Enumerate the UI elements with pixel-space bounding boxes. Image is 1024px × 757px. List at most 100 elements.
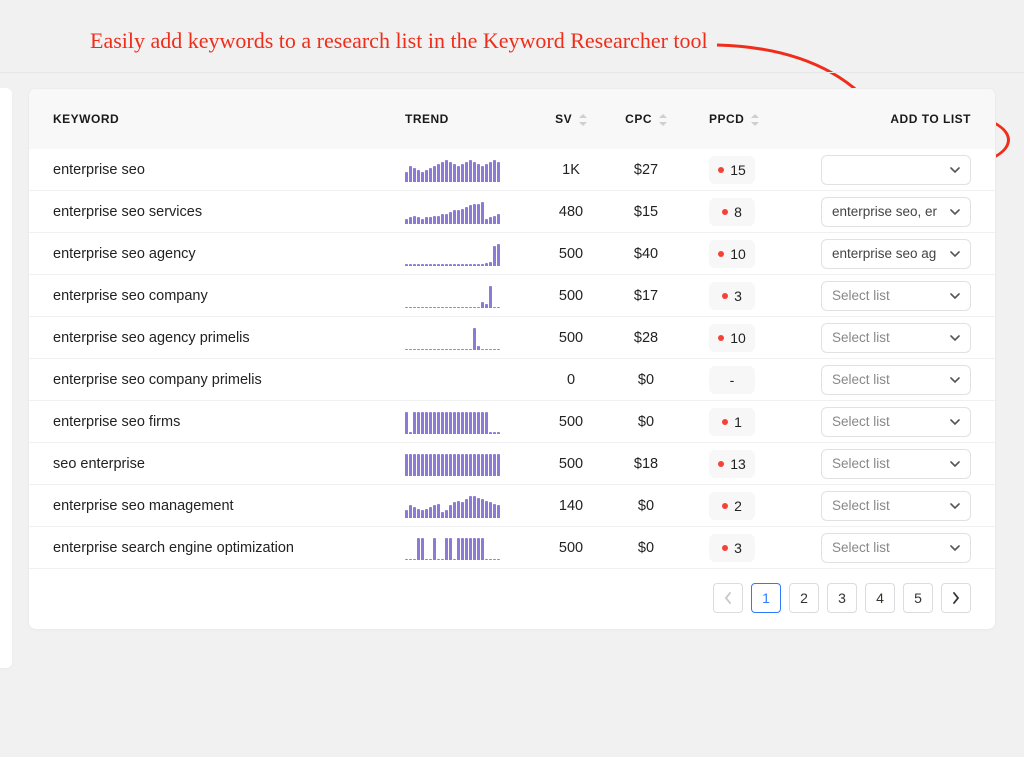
ppcd-pill: 15: [709, 156, 755, 184]
add-to-list-select[interactable]: Select list: [821, 407, 971, 437]
keyword-cell: enterprise seo services: [53, 204, 405, 220]
difficulty-dot-icon: [722, 209, 728, 215]
add-to-list-select[interactable]: Select list: [821, 449, 971, 479]
table-row: enterprise seo services 480$15 8 enterprise…: [29, 191, 995, 233]
trend-cell: [405, 536, 535, 560]
keyword-table-card: KEYWORD TREND SV CPC PPCD ADD TO LIST en…: [28, 88, 996, 630]
chevron-down-icon: [950, 545, 960, 551]
chevron-down-icon: [950, 335, 960, 341]
ppcd-pill: 8: [709, 198, 755, 226]
pager-prev[interactable]: [713, 583, 743, 613]
trend-sparkline: [405, 284, 505, 308]
pager-page[interactable]: 4: [865, 583, 895, 613]
pager-page[interactable]: 2: [789, 583, 819, 613]
keyword-cell: enterprise seo firms: [53, 414, 405, 430]
keyword-cell: enterprise seo company: [53, 288, 405, 304]
add-to-list-select[interactable]: enterprise seo ag: [821, 239, 971, 269]
trend-cell: [405, 326, 535, 350]
col-header-ppcd[interactable]: PPCD: [685, 112, 785, 126]
select-label: Select list: [832, 540, 890, 555]
add-to-list-select[interactable]: enterprise seo, er: [821, 197, 971, 227]
sv-cell: 500: [535, 414, 607, 430]
trend-sparkline: [405, 536, 505, 560]
trend-cell: [405, 242, 535, 266]
cpc-cell: $0: [607, 414, 685, 430]
table-row: enterprise seo firms 500$0 1 Select list: [29, 401, 995, 443]
ppcd-pill: 10: [709, 240, 755, 268]
table-row: enterprise seo management 140$02 Select li…: [29, 485, 995, 527]
chevron-right-icon: [952, 592, 960, 604]
add-to-list-select[interactable]: Select list: [821, 281, 971, 311]
chevron-down-icon: [950, 461, 960, 467]
trend-sparkline: [405, 494, 505, 518]
chevron-down-icon: [950, 209, 960, 215]
sv-cell: 1K: [535, 162, 607, 178]
sort-icon: [579, 114, 587, 126]
ppcd-cell: 10: [685, 324, 785, 352]
select-label: Select list: [832, 330, 890, 345]
ppcd-pill: 13: [709, 450, 755, 478]
select-label: Select list: [832, 414, 890, 429]
keyword-cell: enterprise seo company primelis: [53, 372, 405, 388]
cpc-cell: $0: [607, 498, 685, 514]
add-to-list-select[interactable]: [821, 155, 971, 185]
select-label: Select list: [832, 498, 890, 513]
add-to-list-select[interactable]: Select list: [821, 491, 971, 521]
ppcd-cell: 3: [685, 282, 785, 310]
trend-cell: [405, 452, 535, 476]
pager-next[interactable]: [941, 583, 971, 613]
add-to-list-select[interactable]: Select list: [821, 323, 971, 353]
trend-cell: [405, 158, 535, 182]
difficulty-dot-icon: [722, 419, 728, 425]
difficulty-dot-icon: [718, 461, 724, 467]
difficulty-dot-icon: [718, 251, 724, 257]
ppcd-pill: 3: [709, 534, 755, 562]
trend-cell: [405, 200, 535, 224]
cpc-cell: $0: [607, 540, 685, 556]
sv-cell: 480: [535, 204, 607, 220]
col-header-sv[interactable]: SV: [535, 112, 607, 126]
trend-cell: [405, 494, 535, 518]
table-row: enterprise search engine optimization 500…: [29, 527, 995, 569]
trend-sparkline: [405, 242, 505, 266]
sv-cell: 140: [535, 498, 607, 514]
ppcd-pill: 1: [709, 408, 755, 436]
ppcd-cell: 1: [685, 408, 785, 436]
keyword-cell: enterprise search engine optimization: [53, 540, 405, 556]
pager-page[interactable]: 5: [903, 583, 933, 613]
chevron-down-icon: [950, 293, 960, 299]
difficulty-dot-icon: [718, 335, 724, 341]
annotation-callout: Easily add keywords to a research list i…: [90, 28, 708, 54]
add-to-list-select[interactable]: Select list: [821, 533, 971, 563]
pager-page[interactable]: 3: [827, 583, 857, 613]
cpc-cell: $17: [607, 288, 685, 304]
keyword-cell: enterprise seo agency: [53, 246, 405, 262]
add-to-list-select[interactable]: Select list: [821, 365, 971, 395]
ppcd-cell: 15: [685, 156, 785, 184]
chevron-down-icon: [950, 251, 960, 257]
trend-cell: [405, 410, 535, 434]
sv-cell: 500: [535, 540, 607, 556]
cpc-cell: $18: [607, 456, 685, 472]
keyword-cell: seo enterprise: [53, 456, 405, 472]
pager-page[interactable]: 1: [751, 583, 781, 613]
sort-icon: [751, 114, 759, 126]
chevron-down-icon: [950, 503, 960, 509]
ppcd-cell: 3: [685, 534, 785, 562]
table-row: enterprise seo company primelis0$0-Selec…: [29, 359, 995, 401]
ppcd-cell: 10: [685, 240, 785, 268]
col-header-cpc[interactable]: CPC: [607, 112, 685, 126]
pagination: 12345: [29, 569, 995, 613]
cpc-cell: $27: [607, 162, 685, 178]
chevron-down-icon: [950, 377, 960, 383]
sv-cell: 0: [535, 372, 607, 388]
trend-sparkline: [405, 158, 505, 182]
keyword-cell: enterprise seo management: [53, 498, 405, 514]
trend-cell: [405, 284, 535, 308]
ppcd-cell: -: [685, 366, 785, 394]
select-label: enterprise seo ag: [832, 246, 936, 261]
cpc-cell: $15: [607, 204, 685, 220]
difficulty-dot-icon: [722, 545, 728, 551]
trend-sparkline: [405, 368, 505, 392]
ppcd-cell: 2: [685, 492, 785, 520]
